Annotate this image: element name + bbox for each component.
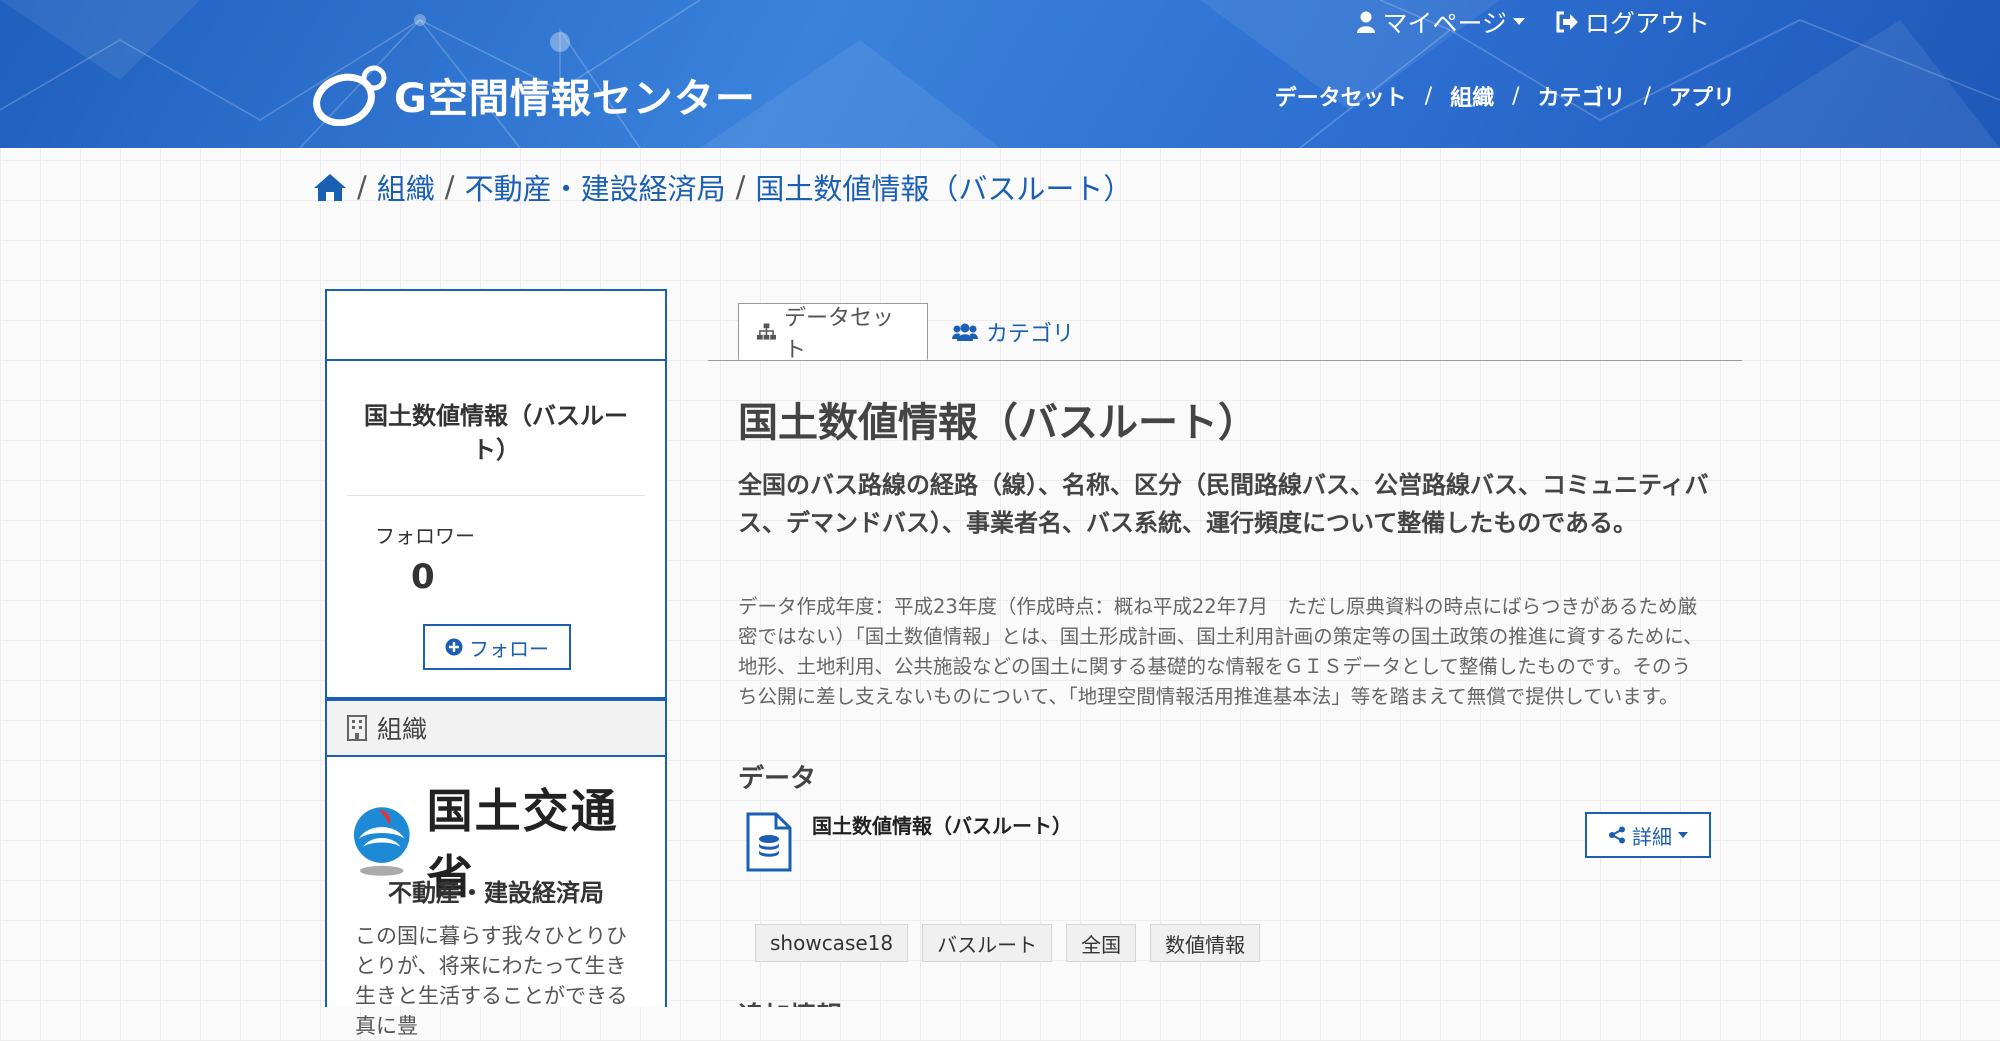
additional-info-heading: 追加情報 xyxy=(738,996,842,1007)
resource-title[interactable]: 国土数値情報（バスルート） xyxy=(812,810,1072,839)
organization-section-header: 組織 xyxy=(327,697,665,757)
site-header: G空間情報センター マイページ ログアウト データセット / 組織 / カテゴリ… xyxy=(0,0,2000,148)
sidebar: 国土数値情報（バスルート） フォロワー 0 フォロー 組織 国土交通省 不動産・… xyxy=(325,289,667,1038)
organization-section-label: 組織 xyxy=(377,715,428,744)
user-icon xyxy=(1357,11,1376,33)
logo-text: G空間情報センター xyxy=(394,76,756,122)
plus-circle-icon xyxy=(445,638,463,656)
nav-separator: / xyxy=(1424,83,1433,109)
detail-button[interactable]: 詳細 xyxy=(1585,812,1711,858)
tab-category-label: カテゴリ xyxy=(986,321,1075,347)
tab-dataset-label: データセット xyxy=(783,305,894,363)
home-icon[interactable] xyxy=(313,172,347,202)
caret-down-icon xyxy=(1678,831,1688,838)
follow-button[interactable]: フォロー xyxy=(423,624,571,670)
users-icon xyxy=(952,323,978,341)
caret-down-icon xyxy=(1512,18,1525,25)
nav-separator: / xyxy=(1643,83,1651,109)
breadcrumb-item-dataset[interactable]: 国土数値情報（バスルート） xyxy=(755,166,1132,208)
file-database-icon xyxy=(746,812,792,872)
breadcrumb-item-bureau[interactable]: 不動産・建設経済局 xyxy=(465,166,726,208)
sidebar-dataset-title: 国土数値情報（バスルート） xyxy=(364,402,628,464)
dataset-summary: 全国のバス路線の経路（線）、名称、区分（民間路線バス、公営路線バス、コミュニティ… xyxy=(738,471,1709,537)
tab-dataset[interactable]: データセット xyxy=(738,303,928,363)
breadcrumb: / 組織 / 不動産・建設経済局 / 国土数値情報（バスルート） xyxy=(313,166,1132,208)
tab-category[interactable]: カテゴリ xyxy=(934,303,1092,360)
logout-link[interactable]: ログアウト xyxy=(1555,4,1710,40)
follow-button-label: フォロー xyxy=(469,636,549,661)
logout-label: ログアウト xyxy=(1584,9,1710,38)
organization-description: この国に暮らす我々ひとりひとりが、将来にわたって生き生きと生活することができる真… xyxy=(355,924,628,1038)
logo-mark-icon xyxy=(313,65,387,126)
mlit-logo-icon xyxy=(353,807,410,876)
organization-name[interactable]: 不動産・建設経済局 xyxy=(327,873,665,908)
dataset-title: 国土数値情報（バスルート） xyxy=(738,400,1258,446)
nav-apps[interactable]: アプリ xyxy=(1669,80,1735,112)
tag[interactable]: バスルート xyxy=(922,924,1053,962)
tag[interactable]: 全国 xyxy=(1066,924,1137,962)
tag-list: showcase18 バスルート 全国 数値情報 xyxy=(755,924,1261,962)
nav-categories[interactable]: カテゴリ xyxy=(1538,80,1626,112)
nav-datasets[interactable]: データセット xyxy=(1275,80,1407,112)
sitemap-icon xyxy=(757,322,776,340)
breadcrumb-separator: / xyxy=(735,170,746,204)
content-tabs: データセット カテゴリ xyxy=(708,303,1742,363)
breadcrumb-item-organization[interactable]: 組織 xyxy=(377,166,435,208)
breadcrumb-separator: / xyxy=(357,170,367,204)
sidebar-image-area xyxy=(327,291,665,361)
nav-separator: / xyxy=(1512,83,1520,109)
mypage-menu[interactable]: マイページ xyxy=(1356,4,1525,40)
share-icon xyxy=(1609,826,1625,844)
detail-button-label: 詳細 xyxy=(1632,824,1672,849)
followers-count: 0 xyxy=(411,557,435,597)
site-logo[interactable]: G空間情報センター xyxy=(310,64,756,126)
building-icon xyxy=(347,715,367,741)
mypage-label: マイページ xyxy=(1382,9,1507,38)
user-nav: マイページ ログアウト xyxy=(1356,4,1710,40)
dataset-description: データ作成年度：平成23年度（作成時点：概ね平成22年7月 ただし原典資料の時点… xyxy=(738,595,1703,708)
data-section-heading: データ xyxy=(738,764,817,794)
tag[interactable]: showcase18 xyxy=(755,924,909,962)
followers-label: フォロワー xyxy=(375,524,475,548)
breadcrumb-separator: / xyxy=(444,170,455,204)
sign-out-icon xyxy=(1556,11,1578,33)
tag[interactable]: 数値情報 xyxy=(1150,924,1261,962)
main-nav: データセット / 組織 / カテゴリ / アプリ xyxy=(1275,80,1735,112)
nav-organizations[interactable]: 組織 xyxy=(1450,80,1494,112)
